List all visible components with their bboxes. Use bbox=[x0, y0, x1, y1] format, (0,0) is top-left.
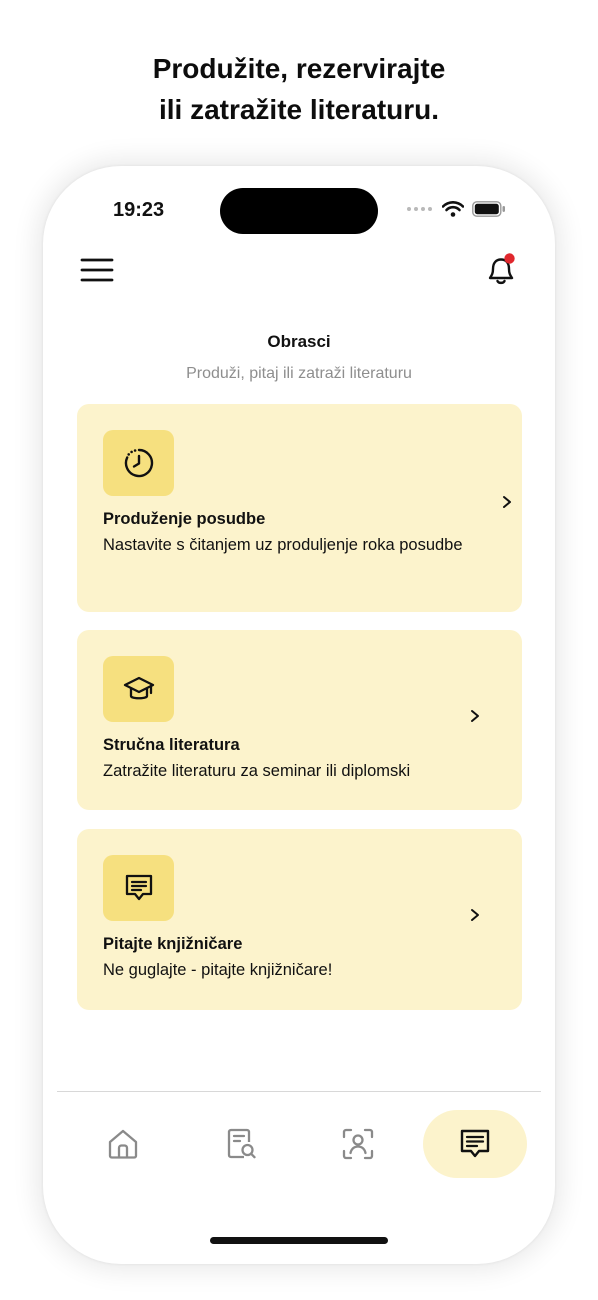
tab-bar-divider bbox=[57, 1091, 541, 1092]
bell-icon[interactable] bbox=[481, 250, 521, 290]
card-description: Ne guglajte - pitajte knjižničare! bbox=[103, 961, 333, 979]
graduation-cap-icon bbox=[123, 676, 154, 700]
home-indicator[interactable] bbox=[210, 1237, 388, 1244]
card-icon-box bbox=[103, 855, 174, 921]
scan-user-icon bbox=[342, 1128, 374, 1160]
chevron-right-icon bbox=[471, 710, 479, 722]
card-description: Nastavite s čitanjem uz produljenje roka… bbox=[103, 536, 463, 554]
card-loan-extension[interactable]: Produženje posudbe Nastavite s čitanjem … bbox=[77, 404, 522, 612]
card-icon-box bbox=[103, 656, 174, 722]
page-subtitle: Produži, pitaj ili zatraži literaturu bbox=[186, 365, 412, 382]
chevron-right-icon bbox=[471, 909, 479, 921]
message-icon bbox=[125, 874, 152, 901]
cellular-signal-icon bbox=[407, 207, 432, 211]
headline-line-1: Produžite, rezervirajte bbox=[152, 53, 446, 84]
tab-scan[interactable] bbox=[306, 1110, 410, 1178]
tab-search[interactable] bbox=[189, 1110, 293, 1178]
document-search-icon bbox=[227, 1128, 256, 1159]
phone-frame: 19:23 Obrasci Produži, pitaj ili zatraži… bbox=[43, 166, 555, 1264]
status-icons bbox=[407, 201, 506, 217]
card-title: Pitajte knjižničare bbox=[103, 935, 243, 953]
notification-badge bbox=[504, 253, 515, 264]
chevron-right-icon bbox=[503, 496, 511, 508]
card-title: Stručna literatura bbox=[103, 736, 240, 754]
battery-icon bbox=[472, 201, 505, 217]
headline-line-2: ili zatražite literaturu. bbox=[158, 94, 440, 125]
card-description: Zatražite literaturu za seminar ili dipl… bbox=[103, 762, 411, 780]
status-time: 19:23 bbox=[113, 199, 165, 221]
wifi-icon bbox=[442, 201, 464, 217]
tab-forms[interactable] bbox=[423, 1110, 527, 1178]
home-icon bbox=[108, 1129, 138, 1159]
card-professional-literature[interactable]: Stručna literatura Zatražite literaturu … bbox=[77, 630, 522, 810]
card-icon-box bbox=[103, 430, 174, 496]
timer-clock-icon bbox=[124, 448, 153, 478]
promo-headline: Produžite, rezervirajte ili zatražite li… bbox=[0, 48, 598, 130]
message-icon bbox=[460, 1129, 490, 1158]
tab-home[interactable] bbox=[71, 1110, 175, 1178]
page-title: Obrasci bbox=[267, 332, 331, 351]
card-title: Produženje posudbe bbox=[103, 510, 266, 528]
hamburger-menu-icon[interactable] bbox=[80, 257, 114, 283]
dynamic-island bbox=[220, 188, 378, 234]
card-ask-librarians[interactable]: Pitajte knjižničare Ne guglajte - pitajt… bbox=[77, 829, 522, 1010]
